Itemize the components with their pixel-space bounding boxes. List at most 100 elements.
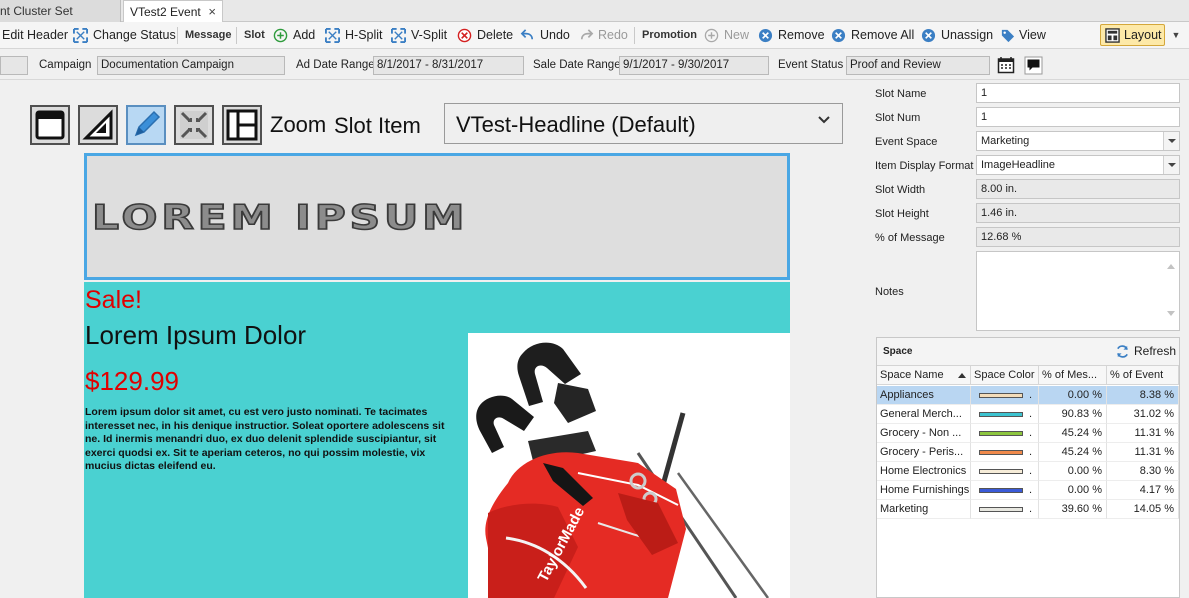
slot-name-label: Slot Name — [875, 88, 927, 100]
redo-button[interactable]: Redo — [598, 22, 628, 49]
space-name-cell: Home Furnishings — [877, 481, 971, 500]
campaign-field[interactable]: Documentation Campaign — [97, 56, 285, 75]
product-price: $129.99 — [85, 366, 179, 396]
tab-vtest2-event[interactable]: VTest2 Event × — [123, 0, 223, 22]
pct-of-message-label: % of Message — [875, 232, 945, 244]
color-marker: . — [1029, 408, 1033, 420]
split-layout-tool-button[interactable] — [222, 105, 262, 145]
column-header-pct-event[interactable]: % of Event — [1107, 366, 1179, 385]
tab-bar: nt Cluster Set Validation VTest2 Event × — [0, 0, 1189, 40]
color-swatch — [979, 469, 1023, 474]
slot-item-label: Slot Item — [334, 113, 421, 138]
pct-event-cell: 8.38 % — [1107, 386, 1179, 405]
space-color-cell: . — [971, 481, 1039, 500]
pct-event-cell: 11.31 % — [1107, 443, 1179, 462]
remove-all-icon — [831, 28, 846, 43]
pct-event-cell: 8.30 % — [1107, 462, 1179, 481]
redo-icon — [580, 29, 594, 40]
pct-event-cell: 14.05 % — [1107, 500, 1179, 519]
comment-icon[interactable] — [1024, 56, 1043, 75]
table-row[interactable]: Appliances. 0.00 % 8.38 % — [877, 386, 1179, 405]
remove-all-button[interactable]: Remove All — [851, 22, 914, 49]
sale-date-range-label: Sale Date Range — [533, 59, 621, 71]
slot-item-dropdown[interactable]: VTest-Headline (Default) — [444, 103, 843, 144]
table-row[interactable]: Grocery - Peris.... 45.24 % 11.31 % — [877, 443, 1179, 462]
ad-date-range-field[interactable]: 8/1/2017 - 8/31/2017 — [373, 56, 524, 75]
slot-num-field[interactable]: 1 — [976, 107, 1180, 127]
table-row[interactable]: General Merch.... 90.83 % 31.02 % — [877, 405, 1179, 424]
space-panel-title: Space — [883, 346, 913, 357]
space-name-cell: Marketing — [877, 500, 971, 519]
remove-button[interactable]: Remove — [778, 22, 825, 49]
change-status-icon — [73, 28, 88, 43]
column-header-pct-message[interactable]: % of Mes... — [1039, 366, 1107, 385]
view-button[interactable]: View — [1019, 22, 1046, 49]
table-row[interactable]: Home Electronics. 0.00 % 8.30 % — [877, 462, 1179, 481]
tag-icon — [1001, 29, 1015, 43]
close-icon[interactable]: × — [208, 1, 216, 23]
add-button[interactable]: Add — [293, 22, 315, 49]
event-space-value: Marketing — [981, 135, 1030, 147]
table-row[interactable]: Grocery - Non .... 45.24 % 11.31 % — [877, 424, 1179, 443]
undo-button[interactable]: Undo — [540, 22, 570, 49]
h-split-button[interactable]: H-Split — [345, 22, 383, 49]
scroll-up-icon[interactable] — [1166, 262, 1176, 270]
edit-header-button[interactable]: Edit Header — [2, 22, 68, 49]
chevron-down-icon[interactable]: ▼ — [1168, 24, 1184, 46]
space-grid-panel: Space Refresh Space Name Space Color % o… — [876, 337, 1180, 598]
calendar-icon[interactable] — [997, 56, 1015, 74]
chevron-down-icon — [818, 116, 830, 124]
column-header-label: Space Name — [880, 369, 944, 381]
column-header-space-color[interactable]: Space Color — [971, 366, 1039, 385]
v-split-icon — [391, 28, 406, 43]
slot-num-label: Slot Num — [875, 112, 921, 124]
headline-slot[interactable]: LOREM IPSUM — [84, 153, 790, 280]
product-slot[interactable]: Sale! Lorem Ipsum Dolor $129.99 Lorem ip… — [84, 282, 790, 598]
notes-textarea[interactable] — [976, 251, 1180, 331]
slot-name-field[interactable]: 1 — [976, 83, 1180, 103]
space-color-cell: . — [971, 405, 1039, 424]
v-split-button[interactable]: V-Split — [411, 22, 447, 49]
table-row[interactable]: Home Furnishings. 0.00 % 4.17 % — [877, 481, 1179, 500]
sale-date-range-field[interactable]: 9/1/2017 - 9/30/2017 — [619, 56, 769, 75]
slot-design-canvas: Zoom Slot Item VTest-Headline (Default) … — [0, 81, 870, 598]
refresh-label: Refresh — [1134, 344, 1177, 358]
pct-message-cell: 0.00 % — [1039, 481, 1107, 500]
color-marker: . — [1029, 389, 1033, 401]
slot-properties-panel: Slot Name 1 Slot Num 1 Event Space Marke… — [870, 81, 1189, 336]
column-header-space-name[interactable]: Space Name — [877, 366, 971, 385]
item-display-format-dropdown[interactable]: ImageHeadline — [976, 155, 1180, 175]
slot-width-label: Slot Width — [875, 184, 926, 196]
space-color-cell: . — [971, 386, 1039, 405]
tab-cluster-set-validation[interactable]: nt Cluster Set Validation — [0, 0, 121, 40]
chevron-down-icon[interactable] — [1163, 132, 1179, 150]
triangle-ruler-icon — [82, 109, 113, 140]
event-space-dropdown[interactable]: Marketing — [976, 131, 1180, 151]
headline-text: LOREM IPSUM — [91, 197, 469, 239]
chevron-down-icon[interactable] — [1163, 156, 1179, 174]
space-name-cell: Grocery - Peris... — [877, 443, 971, 462]
new-button[interactable]: New — [724, 22, 749, 49]
pct-message-cell: 45.24 % — [1039, 443, 1107, 462]
add-icon — [273, 28, 288, 43]
zoom-label[interactable]: Zoom — [270, 112, 326, 138]
color-marker: . — [1029, 465, 1033, 477]
event-status-field[interactable]: Proof and Review — [846, 56, 990, 75]
unassign-icon — [921, 28, 936, 43]
edit-tool-button[interactable] — [126, 105, 166, 145]
table-row[interactable]: Marketing. 39.60 % 14.05 % — [877, 500, 1179, 519]
fit-tool-button[interactable] — [174, 105, 214, 145]
unassign-button[interactable]: Unassign — [941, 22, 993, 49]
delete-button[interactable]: Delete — [477, 22, 513, 49]
remove-icon — [758, 28, 773, 43]
space-name-cell: General Merch... — [877, 405, 971, 424]
change-status-button[interactable]: Change Status — [93, 22, 176, 49]
space-color-cell: . — [971, 424, 1039, 443]
frame-tool-button[interactable] — [30, 105, 70, 145]
truncated-field[interactable] — [0, 56, 28, 75]
layout-button[interactable]: Layout — [1100, 24, 1165, 46]
scroll-down-icon[interactable] — [1166, 310, 1176, 318]
ruler-tool-button[interactable] — [78, 105, 118, 145]
notes-scrollbar[interactable] — [1163, 252, 1179, 330]
color-swatch — [979, 450, 1023, 455]
